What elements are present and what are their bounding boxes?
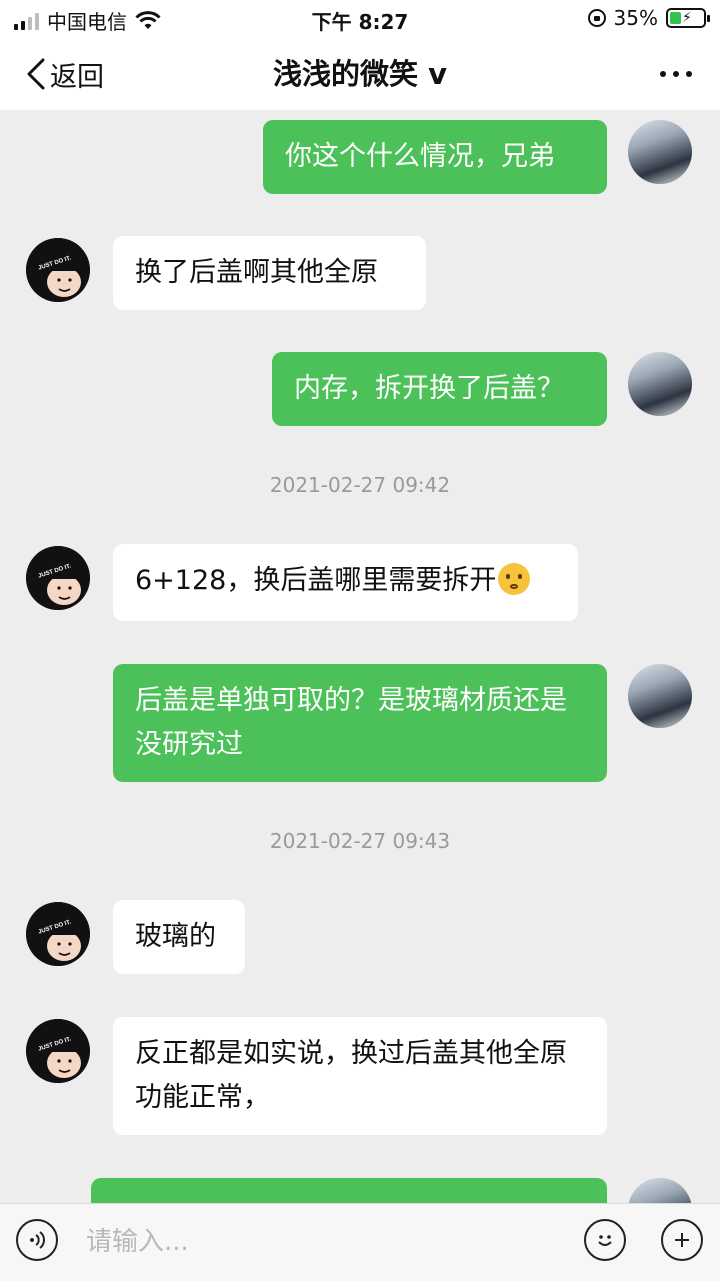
plus-icon[interactable] <box>661 1219 703 1261</box>
contact-avatar[interactable]: JUST DO IT. <box>26 1019 90 1083</box>
voice-icon[interactable] <box>16 1219 58 1261</box>
timestamp: 2021-02-27 09:43 <box>269 829 451 853</box>
message-bubble-sent[interactable]: 内存，拆开换了后盖？ <box>272 352 607 426</box>
more-dots-icon[interactable] <box>660 66 692 82</box>
message-bubble-received[interactable]: 反正都是如实说，换过后盖其他全原功能正常， <box>113 1017 607 1135</box>
message-input[interactable]: 请输入... <box>72 1217 586 1267</box>
meme-face-avatar-icon: JUST DO IT. <box>26 238 90 302</box>
message-bubble-received[interactable]: 6+128，换后盖哪里需要拆开 <box>113 544 578 621</box>
rotation-lock-icon <box>587 9 606 27</box>
contact-avatar[interactable]: JUST DO IT. <box>26 902 90 966</box>
message-bubble-sent[interactable]: 后盖是单独可取的？是玻璃材质还是没研究过 <box>113 664 607 782</box>
my-avatar[interactable] <box>628 352 692 416</box>
input-bar: 请输入... <box>0 1203 720 1281</box>
status-bar: 中国电信 下午 8:27 35% ⚡ <box>0 0 720 38</box>
message-text: 玻璃的 <box>135 921 216 952</box>
message-text: 换了后盖啊其他全原 <box>135 257 378 288</box>
emoji-icon[interactable] <box>584 1219 626 1261</box>
meme-face-avatar-icon: JUST DO IT. <box>26 546 90 610</box>
nav-bar: 返回 浅浅的微笑 v <box>0 38 720 110</box>
thinking-face-emoji <box>498 563 531 595</box>
battery-icon: ⚡ <box>666 8 710 28</box>
contact-avatar[interactable]: JUST DO IT. <box>26 546 90 610</box>
message-bubble-received[interactable]: 换了后盖啊其他全原 <box>113 236 426 310</box>
meme-face-avatar-icon: JUST DO IT. <box>26 1019 90 1083</box>
voice-wave-icon <box>30 1231 45 1249</box>
message-text: 你这个什么情况，兄弟 <box>285 141 555 172</box>
battery-fill <box>670 12 681 24</box>
meme-face-avatar-icon: JUST DO IT. <box>26 902 90 966</box>
chat-title[interactable]: 浅浅的微笑 v <box>0 52 720 96</box>
message-text: 内存，拆开换了后盖？ <box>294 373 564 404</box>
message-text: 反正都是如实说，换过后盖其他全原功能正常， <box>135 1038 567 1113</box>
timestamp: 2021-02-27 09:42 <box>269 473 451 497</box>
message-text: 6+128，换后盖哪里需要拆开 <box>135 565 497 596</box>
smiley-icon <box>598 1235 612 1246</box>
add-icon <box>675 1233 689 1247</box>
message-bubble-received[interactable]: 玻璃的 <box>113 900 245 974</box>
contact-avatar[interactable]: JUST DO IT. <box>26 238 90 302</box>
battery-percent: 35% <box>613 6 658 30</box>
message-bubble-sent[interactable]: 你这个什么情况，兄弟 <box>263 120 607 194</box>
my-avatar[interactable] <box>628 664 692 728</box>
charging-icon: ⚡ <box>682 10 692 26</box>
my-avatar[interactable] <box>628 120 692 184</box>
message-text: 后盖是单独可取的？是玻璃材质还是没研究过 <box>135 685 567 760</box>
